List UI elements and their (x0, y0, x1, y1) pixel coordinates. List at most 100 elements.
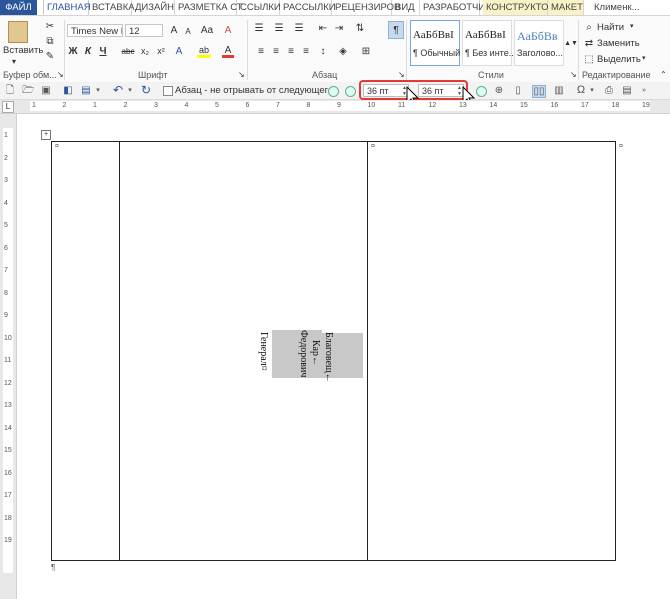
tab-selector-icon[interactable]: L (2, 101, 14, 113)
undo-icon[interactable]: ↶ (112, 84, 124, 96)
tab-developer[interactable]: РАЗРАБОТЧИ (420, 0, 485, 15)
collapse-ribbon-icon[interactable]: ⌃ (660, 70, 667, 79)
cut-icon[interactable]: ✂ (44, 20, 56, 32)
paste-dropdown-icon[interactable]: ▾ (12, 57, 16, 66)
circle-icon[interactable] (476, 86, 487, 97)
print-preview-icon[interactable]: ⎙ (603, 85, 615, 96)
replace-icon[interactable]: ⇄ (583, 37, 595, 49)
align-left-icon[interactable]: ≡ (255, 45, 267, 57)
print-icon[interactable]: ▤ (80, 85, 92, 96)
ruler-number: 11 (398, 102, 406, 109)
ruler-number: 12 (428, 102, 437, 109)
more-icon[interactable]: » (638, 85, 650, 96)
numbering-icon[interactable]: ☰ (272, 22, 286, 34)
multilevel-list-icon[interactable]: ☰ (292, 22, 306, 34)
keep-with-next-checkbox[interactable] (163, 86, 173, 96)
table-move-icon[interactable]: ⊕ (493, 85, 505, 96)
cell-text-kar[interactable]: Кар← (310, 340, 321, 366)
borders-icon[interactable]: ⊞ (359, 45, 373, 57)
save-icon[interactable]: ◧ (62, 85, 74, 96)
align-center-icon[interactable]: ≡ (270, 45, 282, 57)
tab-home[interactable]: ГЛАВНАЯ (43, 0, 91, 15)
find-dropdown-icon[interactable]: ▾ (630, 22, 634, 30)
subscript-button[interactable]: x₂ (138, 45, 152, 57)
tab-layout[interactable]: РАЗМЕТКА СТ (175, 0, 243, 15)
ruler-number: 2 (4, 154, 8, 162)
tab-table-layout[interactable]: МАКЕТ (548, 0, 584, 15)
underline-button[interactable]: Ч (98, 45, 108, 57)
tab-mailings[interactable]: РАССЫЛКИ (280, 0, 336, 15)
font-size-combo[interactable]: 12 (125, 24, 163, 37)
grow-font-icon[interactable]: A (168, 24, 180, 36)
paste-button[interactable]: Вставить (3, 45, 43, 56)
columns-icon[interactable]: ▥ (553, 85, 565, 96)
tab-table-design[interactable]: КОНСТРУКТОР (483, 0, 555, 15)
page-icon[interactable]: ▯ (512, 85, 524, 96)
table-move-handle-icon[interactable]: + (41, 130, 51, 140)
text-effects-icon[interactable]: A (173, 45, 185, 57)
redo-icon[interactable]: ↻ (140, 84, 152, 96)
strikethrough-button[interactable]: abc (120, 45, 136, 57)
format-painter-icon[interactable]: ✎ (44, 50, 56, 62)
cell-text-fedorovich[interactable]: Федорович (298, 330, 309, 377)
bullets-icon[interactable]: ☰ (252, 22, 266, 34)
new-document-icon[interactable]: 🗋 (4, 85, 16, 96)
tab-references[interactable]: ССЫЛКИ (237, 0, 281, 15)
style-heading[interactable]: АаБбВв Заголово... (514, 20, 564, 66)
select-dropdown-icon[interactable]: ▾ (642, 54, 646, 62)
font-launcher-icon[interactable]: ↘ (238, 70, 245, 79)
select-button[interactable]: Выделить (597, 54, 641, 65)
tab-view[interactable]: ВИД (392, 0, 420, 15)
find-icon[interactable]: ⌕ (583, 21, 595, 33)
tab-design[interactable]: ДИЗАЙН (132, 0, 175, 15)
superscript-button[interactable]: x² (154, 45, 168, 57)
style-name: Заголово... (517, 48, 563, 58)
show-formatting-button[interactable]: ¶ (388, 21, 404, 39)
circle-icon[interactable] (345, 86, 356, 97)
line-spacing-icon[interactable]: ↕ (317, 45, 329, 57)
bold-button[interactable]: Ж (68, 45, 78, 57)
tab-insert[interactable]: ВСТАВКА (89, 0, 135, 15)
spelling-icon[interactable]: ▤ (621, 85, 633, 96)
copy-icon[interactable]: ⧉ (44, 35, 56, 47)
ruler-number: 9 (4, 312, 8, 319)
shading-icon[interactable]: ◈ (336, 45, 350, 57)
save-icon[interactable]: ▣ (40, 85, 52, 96)
font-name-combo[interactable]: Times New R (67, 24, 123, 37)
shrink-font-icon[interactable]: A (183, 26, 193, 36)
find-button[interactable]: Найти (597, 22, 624, 33)
open-icon[interactable]: 🗁 (22, 85, 34, 96)
increase-indent-icon[interactable]: ⇥ (333, 22, 345, 34)
tab-file[interactable]: ФАЙЛ (0, 0, 37, 15)
styles-launcher-icon[interactable]: ↘ (570, 70, 577, 79)
clear-format-icon[interactable]: A (222, 24, 234, 36)
change-case-button[interactable]: Aa (199, 24, 215, 36)
keep-with-next-label: Абзац - не отрывать от следующего (175, 85, 334, 96)
paragraph-launcher-icon[interactable]: ↘ (398, 70, 405, 79)
select-icon[interactable]: ⬚ (583, 53, 595, 65)
table-column-line (615, 141, 616, 561)
user-account-name[interactable]: Клименк... (594, 0, 640, 15)
italic-button[interactable]: К (83, 45, 93, 57)
cell-text-blagovesh[interactable]: Благовещ← (323, 332, 334, 383)
clipboard-launcher-icon[interactable]: ↘ (57, 70, 64, 79)
two-pages-icon[interactable]: ▯▯ (532, 85, 546, 98)
paste-icon[interactable] (8, 21, 28, 43)
font-color-icon[interactable]: A (222, 45, 234, 58)
justify-icon[interactable]: ≡ (300, 45, 312, 57)
styles-scroll-icon[interactable]: ▲▼ (564, 20, 578, 66)
sort-icon[interactable]: ⇅ (354, 22, 366, 34)
dropdown-icon[interactable]: ▾ (92, 85, 104, 96)
style-no-spacing[interactable]: АаБбВвІ ¶ Без инте... (462, 20, 516, 66)
circle-icon[interactable] (328, 86, 339, 97)
style-normal[interactable]: АаБбВвІ ¶ Обычный (410, 20, 460, 66)
replace-button[interactable]: Заменить (597, 38, 640, 49)
tab-review[interactable]: РЕЦЕНЗИРОВ (332, 0, 400, 15)
undo-dropdown-icon[interactable]: ▾ (124, 85, 136, 96)
align-right-icon[interactable]: ≡ (285, 45, 297, 57)
decrease-indent-icon[interactable]: ⇤ (317, 22, 329, 34)
ruler-number: 7 (4, 267, 8, 274)
highlight-icon[interactable]: ab (197, 45, 211, 58)
symbol-dropdown-icon[interactable]: ▾ (586, 85, 598, 96)
cell-text-general[interactable]: Генерал¤ (258, 332, 269, 371)
